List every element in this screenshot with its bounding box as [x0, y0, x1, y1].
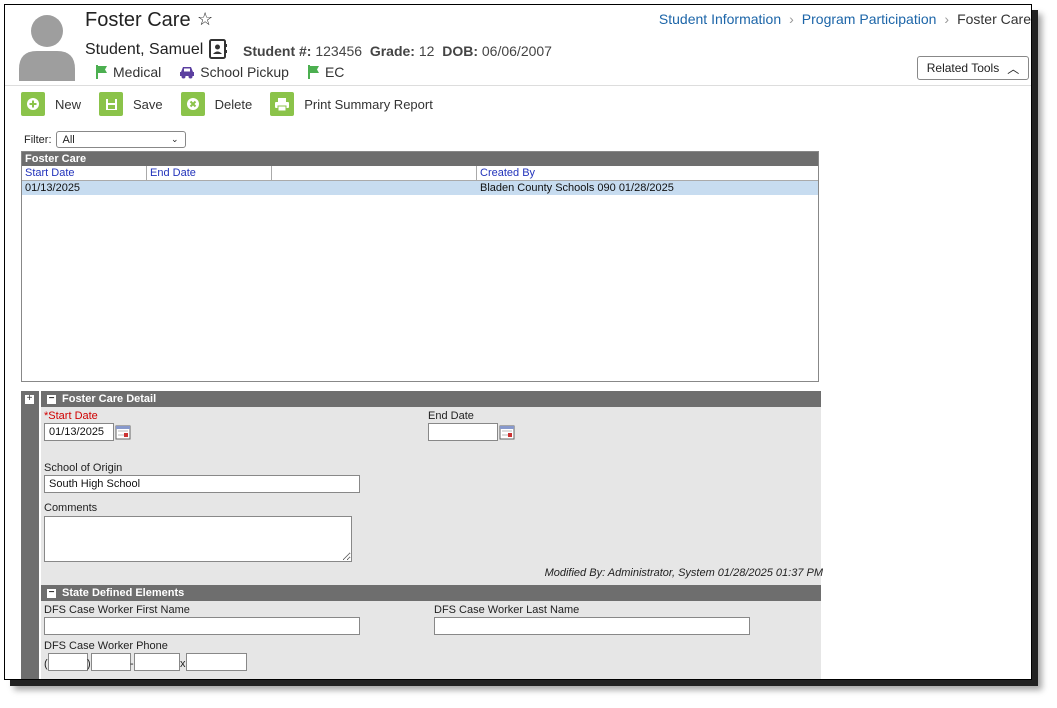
new-button[interactable]: New: [21, 92, 81, 116]
related-tools-label: Related Tools: [926, 61, 1000, 75]
cell-end-date: [147, 181, 272, 195]
state-elements-title: State Defined Elements: [62, 587, 185, 599]
student-num-label: Student #:: [243, 43, 312, 59]
modified-by-text: Modified By: Administrator, System 01/28…: [544, 567, 823, 579]
collapse-icon[interactable]: −: [47, 587, 56, 598]
flag-icon: [307, 65, 319, 79]
favorite-star-icon[interactable]: ☆: [197, 9, 213, 30]
car-icon: [180, 67, 195, 79]
breadcrumb-program-participation[interactable]: Program Participation: [802, 11, 937, 27]
student-num: 123456: [315, 43, 363, 59]
comments-textarea[interactable]: [44, 516, 352, 562]
phone-prefix-field[interactable]: [91, 653, 131, 671]
detail-header: − Foster Care Detail: [41, 391, 821, 407]
filter-value: All: [62, 133, 75, 146]
grid-header-row: Start Date End Date Created By: [22, 166, 818, 181]
school-of-origin-field[interactable]: [44, 475, 360, 493]
student-info: Student #: 123456 Grade: 12 DOB: 06/06/2…: [243, 43, 552, 59]
page-title: Foster Care: [85, 9, 191, 31]
detail-side-strip: +: [21, 391, 39, 679]
header-divider: [5, 85, 1031, 86]
column-start-date[interactable]: Start Date: [22, 166, 147, 180]
avatar: [19, 15, 75, 81]
case-worker-first-name-field[interactable]: [44, 617, 360, 635]
delete-label: Delete: [214, 96, 253, 112]
end-date-label: End Date: [428, 410, 474, 422]
start-date-field[interactable]: [44, 423, 114, 441]
filter-row: Filter: All ⌄: [24, 131, 186, 148]
flag-ec[interactable]: EC: [307, 64, 344, 80]
new-label: New: [55, 96, 82, 112]
collapse-icon[interactable]: −: [47, 393, 56, 404]
table-row[interactable]: 01/13/2025 Bladen County Schools 090 01/…: [22, 181, 818, 195]
student-flags: Medical School Pickup EC: [95, 64, 344, 80]
chevron-right-icon: ›: [944, 11, 950, 27]
flag-school-pickup[interactable]: School Pickup: [179, 64, 289, 80]
calendar-icon[interactable]: [115, 424, 131, 440]
case-worker-last-name-field[interactable]: [434, 617, 750, 635]
state-elements-header: − State Defined Elements: [41, 585, 821, 601]
flag-medical[interactable]: Medical: [95, 64, 161, 80]
dob: 06/06/2007: [481, 43, 552, 59]
delete-icon: [180, 92, 205, 116]
save-icon: [99, 92, 124, 116]
action-toolbar: New Save Delete Print Summary Report: [21, 92, 433, 116]
case-worker-last-name-label: DFS Case Worker Last Name: [434, 604, 580, 616]
breadcrumb: Student Information › Program Participatio…: [659, 11, 1031, 27]
phone-extension-field[interactable]: [186, 653, 247, 671]
breadcrumb-student-information[interactable]: Student Information: [659, 11, 781, 27]
foster-care-grid: Foster Care Start Date End Date Created …: [21, 151, 819, 382]
column-blank[interactable]: [272, 166, 477, 180]
phone-line-field[interactable]: [134, 653, 180, 671]
expand-icon[interactable]: +: [25, 394, 34, 404]
column-created-by[interactable]: Created By: [477, 166, 818, 180]
grade: 12: [418, 43, 435, 59]
chevron-up-icon: ︿: [1007, 61, 1020, 76]
column-end-date[interactable]: End Date: [147, 166, 272, 180]
breadcrumb-current: Foster Care: [957, 11, 1031, 27]
grade-label: Grade:: [369, 43, 415, 59]
grid-title: Foster Care: [22, 152, 818, 166]
cell-blank: [272, 181, 477, 195]
contact-card-icon[interactable]: [208, 39, 228, 59]
calendar-icon[interactable]: [499, 424, 515, 440]
start-date-label: *Start Date: [44, 410, 98, 422]
start-date-label-text: Start Date: [48, 410, 98, 422]
flag-icon: [96, 65, 107, 79]
printer-icon: [270, 92, 295, 116]
related-tools-button[interactable]: Related Tools ︿: [917, 56, 1029, 80]
save-button[interactable]: Save: [99, 92, 163, 116]
flag-label: EC: [324, 64, 345, 80]
cell-created-by: Bladen County Schools 090 01/28/2025: [480, 182, 674, 194]
phone-ext-x: x: [180, 658, 186, 670]
flag-label: Medical: [113, 64, 162, 80]
end-date-field[interactable]: [428, 423, 498, 441]
cell-start-date: 01/13/2025: [25, 182, 81, 194]
save-label: Save: [133, 96, 163, 112]
school-of-origin-label: School of Origin: [44, 462, 123, 474]
chevron-down-icon: ⌄: [170, 134, 179, 144]
filter-label: Filter:: [24, 133, 52, 146]
print-summary-button[interactable]: Print Summary Report: [270, 92, 433, 116]
foster-care-detail-panel: − Foster Care Detail *Start Date End Dat…: [41, 391, 823, 679]
case-worker-first-name-label: DFS Case Worker First Name: [44, 604, 190, 616]
comments-label: Comments: [44, 502, 98, 514]
plus-icon: [21, 92, 45, 116]
detail-title: Foster Care Detail: [62, 393, 157, 405]
phone-area-code-field[interactable]: [48, 653, 88, 671]
app-window: Foster Care ☆ Student Information › Progra…: [4, 4, 1032, 680]
case-worker-phone-label: DFS Case Worker Phone: [44, 640, 168, 652]
delete-button[interactable]: Delete: [180, 92, 253, 116]
filter-select[interactable]: All ⌄: [55, 131, 186, 148]
chevron-right-icon: ›: [789, 11, 794, 27]
student-name: Student, Samuel: [85, 41, 204, 58]
flag-label: School Pickup: [200, 64, 289, 80]
dob-label: DOB:: [442, 43, 478, 59]
print-summary-label: Print Summary Report: [304, 96, 433, 112]
